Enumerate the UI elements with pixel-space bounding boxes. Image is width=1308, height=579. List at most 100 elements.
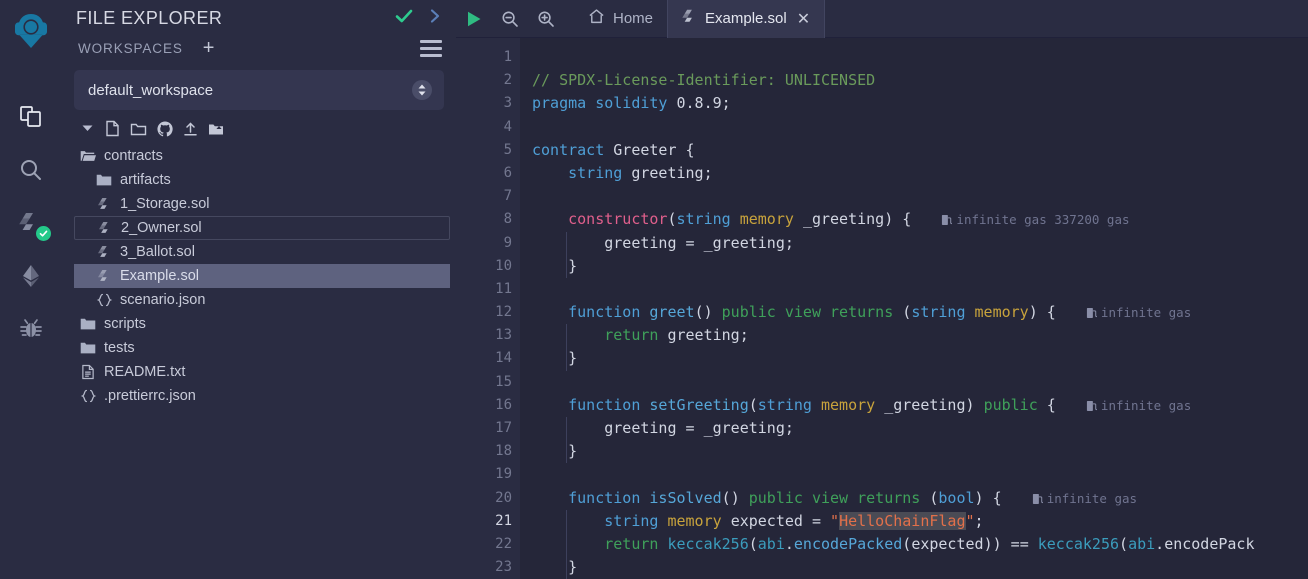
line-number: 13: [495, 327, 512, 344]
home-icon: [588, 8, 605, 29]
tree-item[interactable]: 3_Ballot.sol: [62, 240, 456, 264]
gas-pump-icon: [941, 212, 956, 227]
line-number: 9: [503, 234, 512, 251]
code-line[interactable]: [520, 116, 1308, 139]
code-line[interactable]: string memory expected = "HelloChainFlag…: [520, 509, 1308, 533]
sidebar-item-solidity-compiler[interactable]: [0, 196, 62, 249]
line-number: 17: [495, 420, 512, 436]
folder-icon: [78, 341, 98, 355]
code-line[interactable]: contract Greeter {: [520, 139, 1308, 162]
tree-item[interactable]: tests: [62, 336, 456, 360]
line-number: 2: [503, 72, 512, 89]
hamburger-icon[interactable]: [420, 39, 442, 57]
new-folder-icon[interactable]: [130, 121, 147, 137]
tree-item[interactable]: 1_Storage.sol: [62, 192, 456, 216]
github-icon[interactable]: [157, 120, 173, 137]
code-line[interactable]: [520, 371, 1308, 394]
indent-guide: [566, 440, 567, 464]
tab-example-sol[interactable]: Example.sol ✕: [667, 0, 826, 38]
workspace-select[interactable]: default_workspace: [74, 70, 444, 110]
tree-item[interactable]: Example.sol: [74, 264, 450, 288]
code-line[interactable]: [520, 278, 1308, 301]
upload-folder-icon[interactable]: [208, 122, 224, 136]
code-line[interactable]: [520, 463, 1308, 486]
sidebar-item-deploy-run[interactable]: [0, 249, 62, 302]
code-line[interactable]: greeting = _greeting;: [520, 231, 1308, 255]
indent-guide: [566, 347, 567, 371]
sidebar-item-search[interactable]: [0, 143, 62, 196]
tab-home[interactable]: Home: [574, 0, 667, 38]
code-line[interactable]: string greeting;: [520, 162, 1308, 185]
line-number: 6: [503, 164, 512, 181]
tree-item-label: Example.sol: [120, 268, 199, 284]
gas-pump-icon: [1086, 305, 1101, 320]
tree-item[interactable]: scripts: [62, 312, 456, 336]
line-number: 23: [495, 559, 512, 576]
caret-down-icon[interactable]: [82, 124, 93, 134]
code-line[interactable]: }: [520, 556, 1308, 579]
panel-header: FILE EXPLORER: [62, 0, 456, 32]
line-number: 22: [495, 535, 512, 552]
indent-guide: [566, 417, 567, 441]
zoom-out-button[interactable]: [492, 0, 528, 38]
new-file-icon[interactable]: [105, 120, 120, 137]
add-workspace-button[interactable]: +: [203, 38, 215, 58]
zoom-in-button[interactable]: [528, 0, 564, 38]
ethereum-icon: [18, 263, 44, 289]
code-line[interactable]: greeting = _greeting;: [520, 417, 1308, 441]
line-number: 18: [495, 443, 512, 460]
code-line[interactable]: }: [520, 347, 1308, 371]
code-line[interactable]: }: [520, 254, 1308, 278]
check-icon[interactable]: [394, 6, 414, 31]
solidity-icon: [682, 9, 697, 29]
code-line[interactable]: return keccak256(abi.encodePacked(expect…: [520, 532, 1308, 557]
gas-estimate: infinite gas 337200 gas: [911, 212, 1130, 227]
publish-icon[interactable]: [183, 121, 198, 137]
file-explorer-panel: FILE EXPLORER WORKSPACES + default_works…: [62, 0, 456, 579]
sidebar-item-debugger[interactable]: [0, 302, 62, 355]
tree-item[interactable]: scenario.json: [62, 288, 456, 312]
code-editor[interactable]: 123456789101112131415161718192021222324 …: [456, 38, 1308, 579]
tree-item[interactable]: 2_Owner.sol: [74, 216, 450, 240]
tree-item-label: 3_Ballot.sol: [120, 244, 195, 260]
code-line[interactable]: function greet() public view returns (st…: [520, 301, 1308, 324]
tree-item[interactable]: README.txt: [62, 360, 456, 384]
code-line[interactable]: [520, 46, 1308, 69]
line-number: 3: [503, 95, 512, 112]
code-line[interactable]: [520, 185, 1308, 208]
indent-guide: [566, 509, 567, 533]
line-number: 14: [495, 350, 512, 367]
files-icon: [18, 104, 44, 130]
line-number: 8: [456, 208, 536, 231]
workspace-select-value: default_workspace: [88, 81, 214, 99]
tree-item-label: .prettierrc.json: [104, 388, 196, 404]
remix-logo[interactable]: [0, 0, 62, 62]
line-number: 19: [495, 466, 512, 483]
gas-estimate: infinite gas: [1056, 398, 1191, 413]
code-line[interactable]: }: [520, 440, 1308, 464]
code-line[interactable]: constructor(string memory _greeting) { i…: [520, 208, 1308, 231]
code-line[interactable]: return greeting;: [520, 324, 1308, 348]
code-line[interactable]: // SPDX-License-Identifier: UNLICENSED: [520, 69, 1308, 92]
sidebar-item-file-explorer[interactable]: [0, 90, 62, 143]
line-number: 4: [503, 118, 512, 135]
tree-item-label: contracts: [104, 148, 163, 164]
close-icon[interactable]: ✕: [797, 9, 810, 29]
tree-item[interactable]: .prettierrc.json: [62, 384, 456, 408]
line-number-gutter: 123456789101112131415161718192021222324: [456, 38, 536, 579]
indent-guide: [566, 532, 567, 557]
code-line[interactable]: function setGreeting(string memory _gree…: [520, 394, 1308, 417]
code-line[interactable]: pragma solidity 0.8.9;: [520, 92, 1308, 115]
chevron-right-icon[interactable]: [428, 8, 442, 29]
json-icon: [94, 293, 114, 307]
code-line[interactable]: function isSolved() public view returns …: [520, 487, 1308, 510]
run-button[interactable]: [456, 0, 492, 38]
bug-icon: [18, 316, 44, 342]
tree-item-label: tests: [104, 340, 135, 356]
line-number: 12: [456, 301, 536, 324]
tree-item-label: 1_Storage.sol: [120, 196, 210, 212]
code-content[interactable]: // SPDX-License-Identifier: UNLICENSED pr…: [520, 38, 1308, 579]
activity-bar: [0, 0, 62, 579]
tree-item[interactable]: artifacts: [62, 168, 456, 192]
tree-item[interactable]: contracts: [62, 144, 456, 168]
